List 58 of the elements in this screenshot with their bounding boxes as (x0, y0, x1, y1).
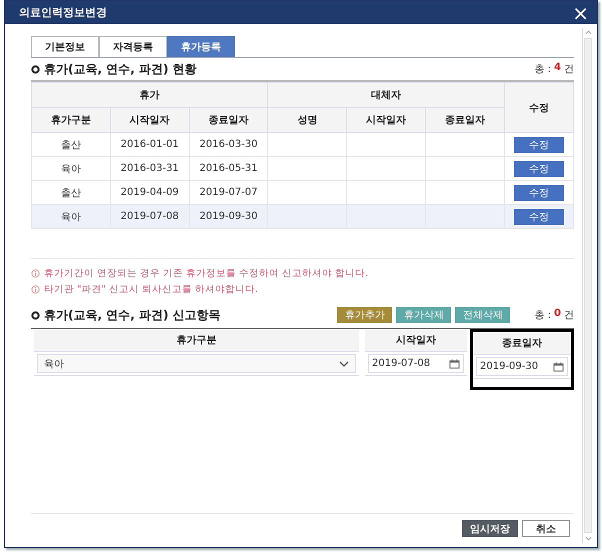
table-cell: 육아 (32, 156, 110, 180)
total-unit: 건 (564, 63, 574, 76)
header-cell: 휴가구분 (34, 329, 359, 352)
header-cell: 시작일자 (346, 108, 426, 132)
table-cell: 출산 (32, 132, 110, 156)
table-cell: 2019-09-30 (189, 204, 268, 228)
header-cell: 휴가구분 (32, 108, 110, 132)
total-count: 0 (554, 308, 561, 321)
calendar-icon[interactable] (449, 358, 460, 368)
info-icon (31, 269, 40, 278)
section-title: 휴가(교육, 연수, 파견) 신고항목 (44, 306, 221, 324)
header-cell: 휴가 (32, 82, 268, 108)
header-cell: 종료일자 (473, 332, 571, 355)
total-label: 총 : (534, 309, 552, 322)
header-cell: 성명 (268, 108, 347, 132)
total-count: 4 (554, 62, 561, 75)
tab[interactable]: 자격등록 (99, 36, 167, 57)
edit-button[interactable]: 수정 (514, 208, 564, 224)
circle-icon (31, 310, 40, 320)
section-title: 휴가(교육, 연수, 파견) 현황 (44, 60, 197, 78)
footer-button[interactable]: 취소 (522, 520, 570, 537)
header-cell: 수정 (504, 82, 574, 132)
header-cell: 시작일자 (365, 329, 467, 352)
info-icon (31, 285, 40, 294)
header-cell: 대체자 (268, 82, 504, 108)
tab[interactable]: 휴가등록 (167, 36, 235, 57)
window-title: 의료인력정보변경 (19, 5, 107, 20)
table-row[interactable]: 육아 2019-07-08 2019-09-30 수정 (32, 204, 574, 228)
table-cell: 2016-01-01 (110, 132, 190, 156)
table-row[interactable]: 육아 2016-03-31 2016-05-31 수정 (32, 156, 574, 180)
table-cell: 2019-07-08 (110, 204, 190, 228)
header-cell: 종료일자 (426, 108, 504, 132)
close-button[interactable]: × (568, 2, 593, 22)
circle-icon (31, 64, 40, 74)
type-dropdown[interactable]: 육아 (37, 354, 356, 373)
chevron-down-icon (339, 360, 349, 366)
date-field[interactable]: 2019-09-30 (476, 357, 568, 376)
table-cell: 2016-03-30 (189, 132, 268, 156)
table-cell: 육아 (32, 204, 110, 228)
note-text: 타기관 "파견" 신고시 퇴사신고를 하셔야합니다. (44, 283, 258, 296)
edit-button[interactable]: 수정 (514, 184, 564, 200)
total-unit: 건 (564, 309, 574, 322)
table-cell: 2016-03-31 (110, 156, 190, 180)
footer-button[interactable]: 임시저장 (462, 520, 518, 537)
scroll-up-icon[interactable] (584, 30, 592, 35)
table-row[interactable]: 출산 2016-01-01 2016-03-30 수정 (32, 132, 574, 156)
header-cell: 종료일자 (189, 108, 268, 132)
edit-button[interactable]: 수정 (514, 136, 564, 152)
total-label: 총 : (534, 63, 552, 76)
edit-button[interactable]: 수정 (514, 160, 564, 176)
calendar-icon[interactable] (553, 362, 564, 372)
scroll-down-icon[interactable] (584, 536, 592, 541)
note-text: 휴가기간이 연장되는 경우 기존 휴가정보를 수정하여 신고하셔야 합니다. (44, 267, 368, 280)
table-cell: 2016-05-31 (189, 156, 268, 180)
tab[interactable]: 기본정보 (31, 36, 99, 57)
date-field[interactable]: 2019-07-08 (368, 354, 464, 373)
header-cell: 시작일자 (110, 108, 190, 132)
scrollbar[interactable] (582, 28, 593, 543)
